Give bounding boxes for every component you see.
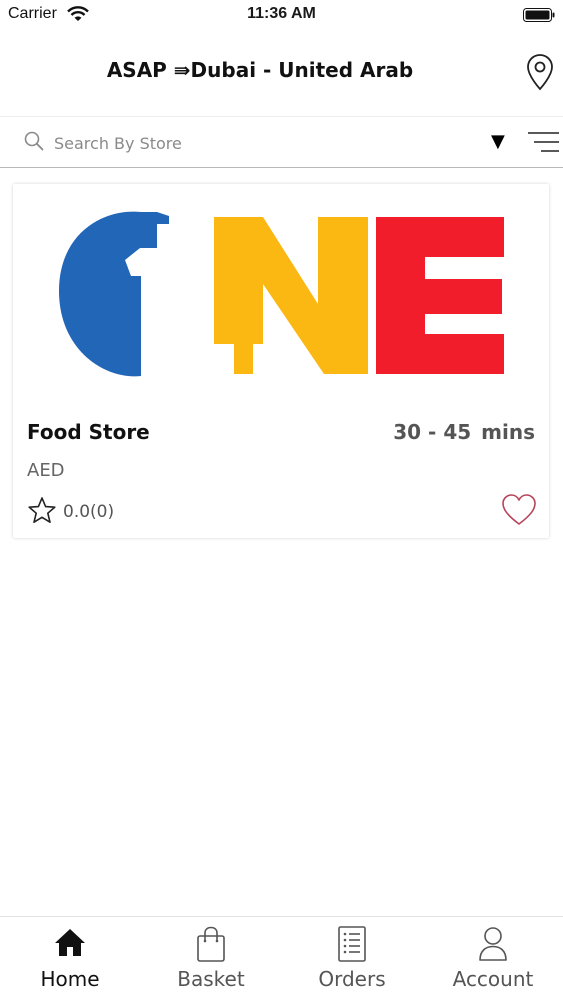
delivery-location-title[interactable]: ASAP ⇛Dubai - United Arab xyxy=(0,58,520,82)
tab-account-label: Account xyxy=(452,967,534,991)
clock: 11:36 AM xyxy=(247,5,316,22)
tab-home[interactable]: Home xyxy=(0,917,140,1001)
tab-orders[interactable]: Orders xyxy=(282,917,422,1001)
header: ASAP ⇛Dubai - United Arab xyxy=(0,30,563,116)
delivery-time: 30 - 45 mins xyxy=(393,420,535,444)
basket-icon xyxy=(194,925,228,967)
battery-icon xyxy=(523,7,555,22)
location-pin-icon[interactable] xyxy=(525,52,555,92)
search-input[interactable] xyxy=(52,129,436,157)
search-bar: ▼ xyxy=(0,116,563,168)
status-bar: Carrier 11:36 AM xyxy=(0,0,563,30)
tab-bar: Home Basket Orders Account xyxy=(0,916,563,1001)
rating-value: 0.0(0) xyxy=(63,502,115,522)
store-name: Food Store xyxy=(27,420,150,444)
tab-basket[interactable]: Basket xyxy=(141,917,281,1001)
orders-icon xyxy=(337,925,367,967)
dropdown-arrow-icon[interactable]: ▼ xyxy=(491,133,505,151)
filter-icon[interactable] xyxy=(526,130,560,160)
delivery-time-range: 30 - 45 xyxy=(393,420,472,444)
tab-home-label: Home xyxy=(40,967,100,991)
tab-account[interactable]: Account xyxy=(423,917,563,1001)
store-card[interactable]: Food Store 30 - 45 mins AED 0.0(0) xyxy=(13,184,549,538)
account-icon xyxy=(477,925,509,967)
search-icon xyxy=(24,131,44,155)
store-rating: 0.0(0) xyxy=(27,497,114,527)
star-icon xyxy=(27,496,57,528)
store-currency: AED xyxy=(27,460,65,481)
store-logo xyxy=(13,184,549,399)
favorite-heart-icon[interactable] xyxy=(501,493,537,527)
delivery-time-unit: mins xyxy=(481,420,535,444)
tab-orders-label: Orders xyxy=(318,967,386,991)
home-icon xyxy=(53,925,87,963)
tab-basket-label: Basket xyxy=(177,967,245,991)
